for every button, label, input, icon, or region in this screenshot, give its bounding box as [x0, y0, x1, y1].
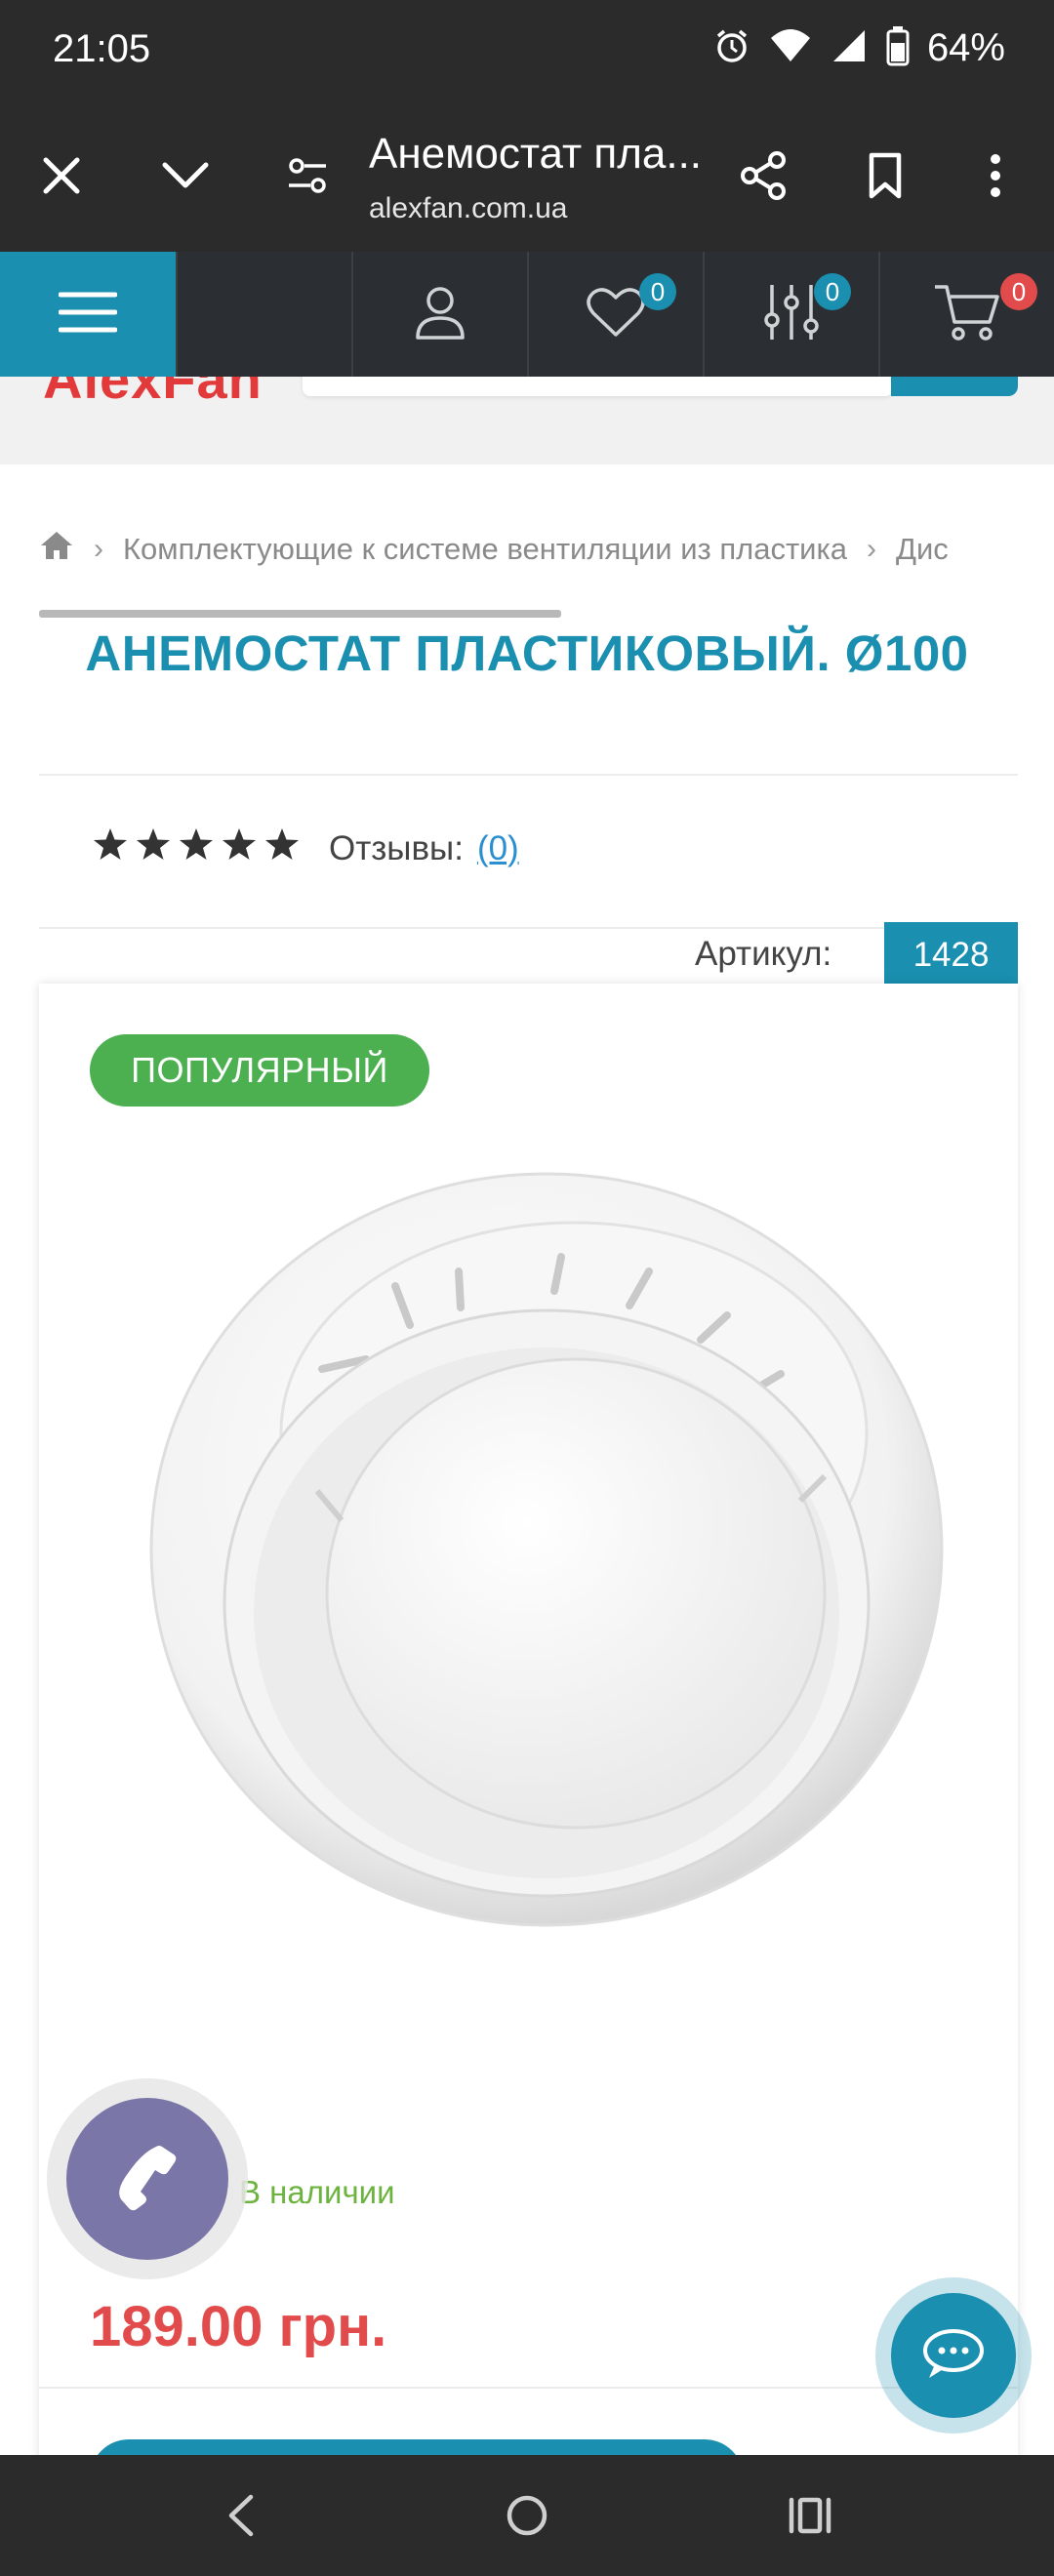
breadcrumb-separator-icon: ›: [94, 533, 103, 565]
product-card: ПОПУЛЯРНЫЙ В наличии 189.00 грн.: [39, 984, 1018, 2576]
compare-count-badge: 0: [814, 273, 851, 310]
back-icon[interactable]: [201, 2476, 279, 2555]
star-icon: [264, 827, 300, 869]
product-price: 189.00 грн.: [90, 2295, 387, 2358]
share-icon[interactable]: [729, 141, 797, 210]
cart-count-badge: 0: [1000, 273, 1037, 310]
logo-search-strip: AlexFan: [0, 377, 1054, 464]
breadcrumb-scrollbar[interactable]: [39, 610, 561, 618]
product-image[interactable]: [117, 1140, 976, 1950]
recent-apps-icon[interactable]: [771, 2476, 849, 2555]
compare-sliders-icon: [762, 281, 821, 348]
more-menu-icon[interactable]: [961, 141, 1030, 210]
page-title: АНЕМОСТАТ ПЛАСТИКОВЫЙ. Ø100: [85, 625, 969, 681]
divider: [39, 927, 1018, 929]
reviews-link[interactable]: (0): [477, 829, 519, 868]
signal-icon: [830, 26, 869, 70]
wishlist-button[interactable]: 0: [527, 252, 703, 377]
battery-icon: [886, 25, 910, 71]
sku-value: 1428: [884, 922, 1018, 988]
close-tab-icon[interactable]: [27, 141, 96, 210]
alarm-icon: [712, 26, 751, 70]
status-bar: 21:05 64%: [0, 0, 1054, 102]
chat-button[interactable]: [875, 2277, 1032, 2434]
star-icon: [136, 827, 171, 869]
bookmark-icon[interactable]: [851, 141, 919, 210]
breadcrumb: › Комплектующие к системе вентиляции из …: [39, 525, 1025, 574]
breadcrumb-link[interactable]: Дис: [896, 532, 949, 567]
wishlist-count-badge: 0: [639, 273, 676, 310]
call-button-inner[interactable]: [66, 2098, 228, 2260]
breadcrumb-link[interactable]: Комплектующие к системе вентиляции из пл…: [123, 532, 847, 567]
call-button[interactable]: [47, 2078, 248, 2279]
browser-toolbar: Анемостат пла... alexfan.com.ua: [0, 102, 1054, 252]
rating-stars: [93, 827, 300, 869]
phone-icon: [113, 2143, 182, 2216]
sku-label: Артикул:: [695, 935, 832, 973]
site-logo[interactable]: AlexFan: [43, 377, 263, 411]
star-icon: [93, 827, 128, 869]
chevron-down-icon[interactable]: [151, 141, 220, 210]
star-icon: [179, 827, 214, 869]
heart-icon: [586, 286, 646, 343]
breadcrumb-separator-icon: ›: [867, 533, 876, 565]
reviews-label: Отзывы:: [329, 828, 464, 867]
divider: [39, 774, 1018, 776]
star-icon: [222, 827, 257, 869]
status-icons: 64%: [712, 25, 1005, 71]
status-time: 21:05: [53, 27, 151, 70]
chat-button-inner[interactable]: [891, 2293, 1016, 2418]
menu-button[interactable]: [0, 252, 176, 377]
site-header: 0 0 0: [0, 252, 1054, 377]
search-input[interactable]: [303, 377, 893, 396]
page-url[interactable]: alexfan.com.ua: [369, 192, 567, 225]
account-button[interactable]: [351, 252, 527, 377]
chat-bubble-icon: [921, 2327, 986, 2385]
header-spacer: [176, 252, 351, 377]
popular-badge: ПОПУЛЯРНЫЙ: [90, 1034, 429, 1107]
availability-status: В наличии: [239, 2174, 395, 2210]
search-button[interactable]: [891, 377, 1018, 396]
compare-button[interactable]: 0: [703, 252, 878, 377]
divider: [39, 2387, 1018, 2389]
wifi-icon: [769, 26, 812, 70]
site-settings-icon[interactable]: [273, 141, 342, 210]
user-icon: [414, 285, 466, 344]
battery-percent: 64%: [926, 26, 1005, 69]
cart-icon: [933, 281, 1001, 348]
cart-button[interactable]: 0: [878, 252, 1054, 377]
home-circle-icon[interactable]: [488, 2476, 566, 2555]
system-navigation-bar: [0, 2455, 1054, 2576]
rating-row: Отзывы: (0): [93, 827, 519, 869]
home-icon[interactable]: [39, 530, 74, 569]
hamburger-icon: [58, 291, 118, 339]
page-tab-title[interactable]: Анемостат пла...: [369, 130, 702, 179]
